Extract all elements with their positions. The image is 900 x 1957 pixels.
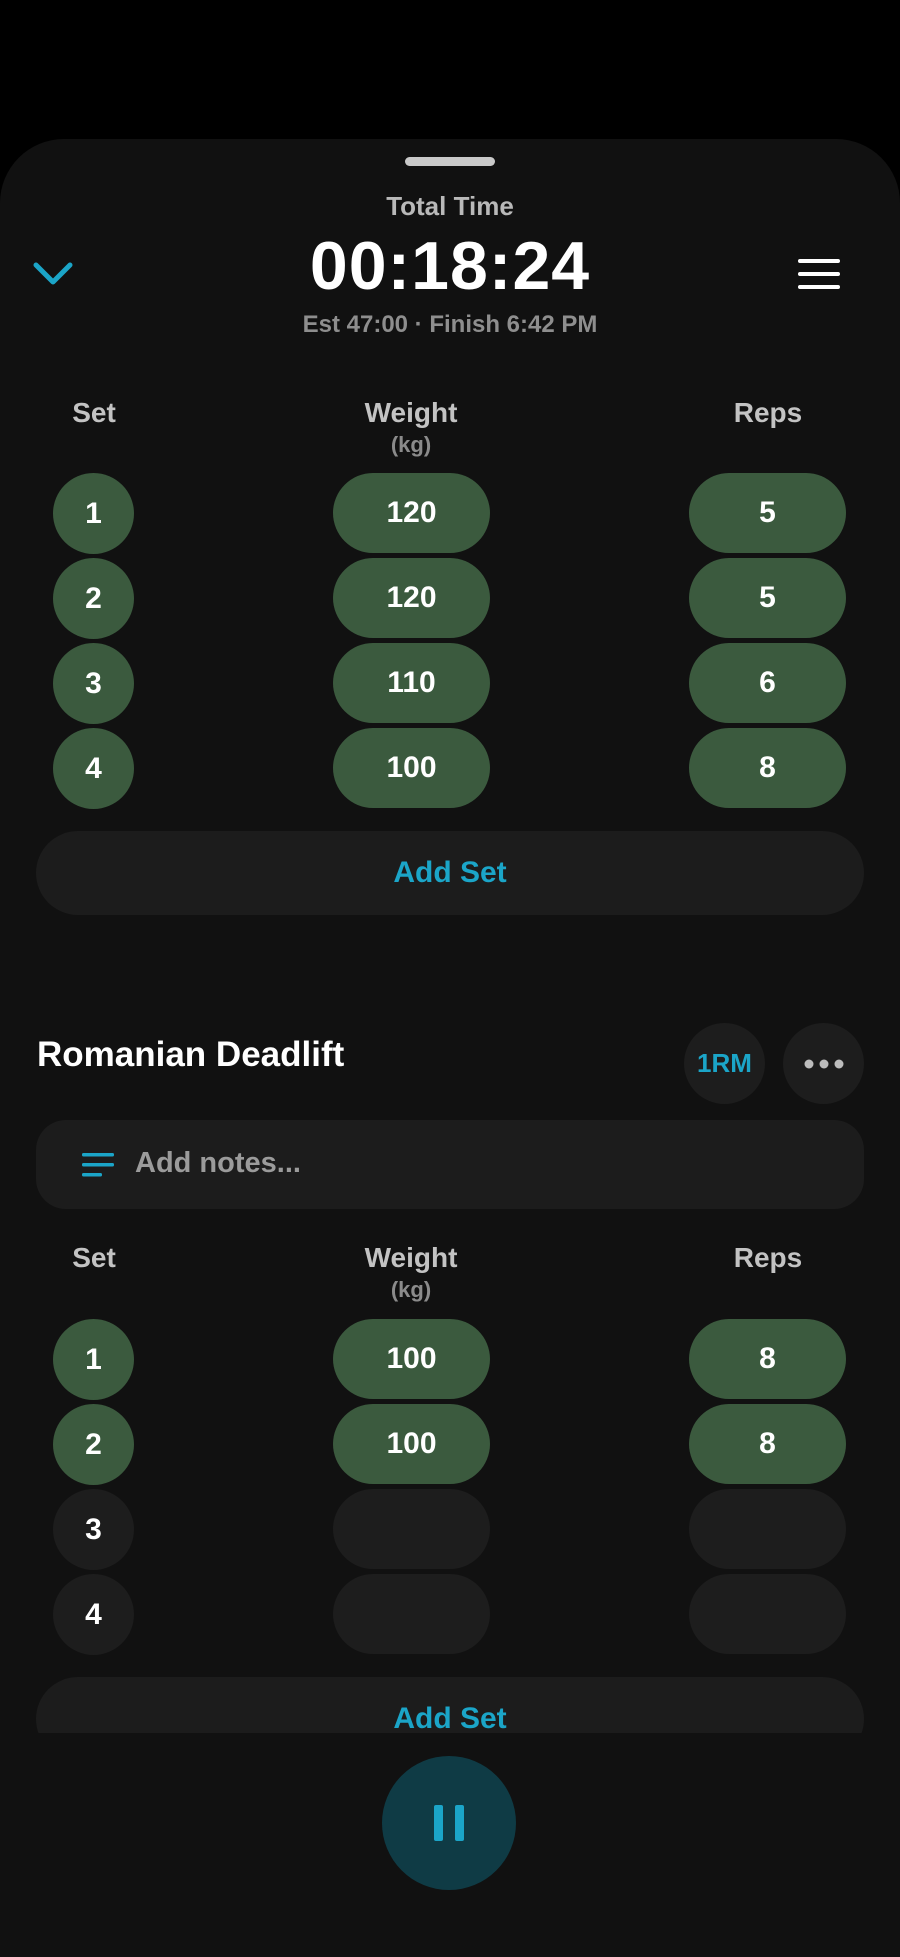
set-column-header: Set xyxy=(72,397,116,428)
weight-value[interactable]: 100 xyxy=(333,1404,490,1484)
one-rep-max-label: 1RM xyxy=(697,1048,752,1078)
total-time-label: Total Time xyxy=(386,191,514,221)
weight-value[interactable]: 120 xyxy=(333,473,490,553)
set-column-header: Set xyxy=(72,1242,116,1273)
pause-button[interactable] xyxy=(382,1756,516,1890)
reps-value[interactable]: 6 xyxy=(689,643,846,723)
exercise-title[interactable]: Romanian Deadlift xyxy=(37,1035,344,1075)
add-set-button[interactable]: Add Set xyxy=(36,831,864,915)
set-number-badge[interactable]: 2 xyxy=(53,558,134,639)
exercise-more-button[interactable] xyxy=(783,1023,864,1104)
weight-column-header: Weight xyxy=(364,397,458,428)
weight-value[interactable]: 120 xyxy=(333,558,490,638)
weight-value[interactable]: 110 xyxy=(333,643,490,723)
weight-input-empty[interactable] xyxy=(333,1489,490,1569)
set-number-badge[interactable]: 2 xyxy=(53,1404,134,1485)
estimate-finish-text: Est 47:00 · Finish 6:42 PM xyxy=(302,311,598,338)
reps-column-header: Reps xyxy=(733,1242,803,1273)
reps-value[interactable]: 8 xyxy=(689,1319,846,1399)
weight-input-empty[interactable] xyxy=(333,1574,490,1654)
weight-value[interactable]: 100 xyxy=(333,1319,490,1399)
set-number-badge[interactable]: 3 xyxy=(53,1489,134,1570)
notes-placeholder: Add notes... xyxy=(135,1147,301,1179)
weight-unit-label: (kg) xyxy=(390,432,432,457)
set-number-badge[interactable]: 1 xyxy=(53,473,134,554)
reps-value[interactable]: 5 xyxy=(689,558,846,638)
sheet-grabber[interactable] xyxy=(405,157,495,166)
elapsed-timer: 00:18:24 xyxy=(309,228,591,304)
one-rep-max-button[interactable]: 1RM xyxy=(684,1023,765,1104)
weight-value[interactable]: 100 xyxy=(333,728,490,808)
set-number-badge[interactable]: 1 xyxy=(53,1319,134,1400)
pause-icon xyxy=(434,1805,464,1841)
notes-lines-icon xyxy=(82,1153,114,1177)
reps-column-header: Reps xyxy=(733,397,803,428)
reps-input-empty[interactable] xyxy=(689,1489,846,1569)
reps-input-empty[interactable] xyxy=(689,1574,846,1654)
weight-unit-label: (kg) xyxy=(390,1277,432,1302)
set-number-badge[interactable]: 4 xyxy=(53,1574,134,1655)
reps-value[interactable]: 8 xyxy=(689,1404,846,1484)
notes-field[interactable]: Add notes... xyxy=(36,1120,864,1209)
weight-column-header: Weight xyxy=(364,1242,458,1273)
reps-value[interactable]: 5 xyxy=(689,473,846,553)
menu-button[interactable] xyxy=(792,249,846,299)
workout-sheet: Total Time 00:18:24 Est 47:00 · Finish 6… xyxy=(0,139,900,1957)
set-number-badge[interactable]: 3 xyxy=(53,643,134,724)
set-number-badge[interactable]: 4 xyxy=(53,728,134,809)
hamburger-menu-icon xyxy=(798,259,840,289)
more-horizontal-icon xyxy=(804,1059,843,1068)
reps-value[interactable]: 8 xyxy=(689,728,846,808)
